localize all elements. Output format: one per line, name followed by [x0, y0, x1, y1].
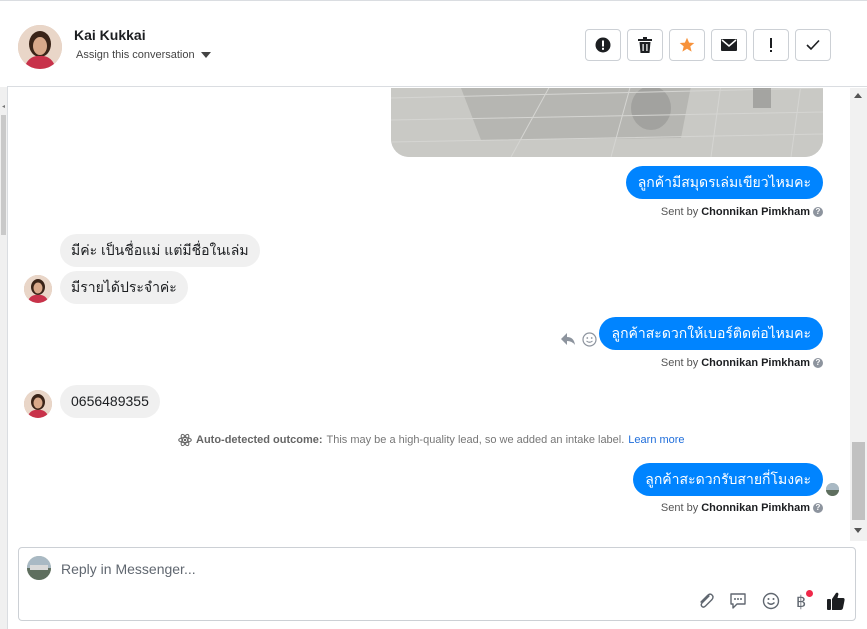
- left-scroll-thumb[interactable]: [1, 115, 6, 235]
- delete-button[interactable]: [627, 29, 663, 61]
- left-scrollbar[interactable]: ◂: [0, 87, 8, 629]
- emoji-button[interactable]: [760, 590, 782, 612]
- sent-by-prefix: Sent by: [660, 502, 699, 514]
- sent-by-prefix: Sent by: [660, 206, 699, 218]
- mark-done-button[interactable]: [795, 29, 831, 61]
- sender-name: Chonnikan Pimkham: [701, 206, 810, 218]
- react-emoji-icon[interactable]: [582, 332, 597, 352]
- learn-more-link[interactable]: Learn more: [628, 434, 684, 446]
- scroll-up-arrow[interactable]: [854, 93, 862, 98]
- thumbs-up-icon: [827, 592, 845, 610]
- sent-by-prefix: Sent by: [660, 357, 699, 369]
- incoming-message[interactable]: 0656489355: [60, 385, 160, 418]
- notification-dot: [806, 590, 813, 597]
- contact-avatar-small[interactable]: [24, 275, 52, 303]
- star-icon: [679, 37, 695, 52]
- sent-by-info: Sent by Chonnikan Pimkham ?: [661, 206, 823, 218]
- message-thread: ลูกค้ามีสมุดรเล่มเขียวไหมคะ Sent by Chon…: [8, 88, 850, 541]
- message-image[interactable]: [391, 88, 823, 157]
- saved-reply-icon: [730, 593, 746, 609]
- auto-note-label: Auto-detected outcome:: [196, 434, 323, 446]
- check-icon: [806, 39, 820, 51]
- sender-name: Chonnikan Pimkham: [701, 502, 810, 514]
- mark-unread-button[interactable]: [711, 29, 747, 61]
- star-button[interactable]: [669, 29, 705, 61]
- trash-icon: [638, 37, 652, 53]
- incoming-message[interactable]: มีค่ะ เป็นชื่อแม่ แต่มีชื่อในเล่ม: [60, 234, 260, 267]
- emoji-icon: [762, 592, 780, 610]
- thread-scrollbar[interactable]: [850, 88, 867, 541]
- saved-replies-button[interactable]: [727, 590, 749, 612]
- scroll-down-arrow[interactable]: [854, 528, 862, 533]
- paperclip-icon: [700, 593, 714, 608]
- seen-avatar: [826, 483, 839, 496]
- page-avatar: [27, 556, 51, 580]
- contact-name[interactable]: Kai Kukkai: [74, 27, 146, 43]
- send-like-button[interactable]: [825, 590, 847, 612]
- atom-icon: [178, 433, 192, 447]
- conversation-header: Kai Kukkai Assign this conversation: [7, 8, 867, 87]
- sent-by-info: Sent by Chonnikan Pimkham ?: [661, 357, 823, 369]
- assign-label: Assign this conversation: [76, 49, 195, 61]
- outgoing-message[interactable]: ลูกค้ามีสมุดรเล่มเขียวไหมคะ: [625, 166, 823, 199]
- attach-file-button[interactable]: [695, 590, 717, 612]
- incoming-message[interactable]: มีรายได้ประจำค่ะ: [60, 271, 188, 304]
- contact-avatar-small[interactable]: [24, 390, 52, 418]
- contact-avatar[interactable]: [18, 25, 62, 69]
- reply-icon[interactable]: [560, 332, 576, 351]
- follow-up-button[interactable]: [753, 29, 789, 61]
- auto-detected-outcome-note: Auto-detected outcome: This may be a hig…: [178, 433, 685, 447]
- left-scroll-arrow[interactable]: ◂: [0, 103, 7, 110]
- help-icon[interactable]: ?: [813, 207, 823, 217]
- conversation-toolbar: [585, 29, 831, 61]
- sender-name: Chonnikan Pimkham: [701, 357, 810, 369]
- reply-composer: ฿: [18, 547, 856, 621]
- outgoing-message[interactable]: ลูกค้าสะดวกให้เบอร์ติดต่อไหมคะ: [599, 317, 823, 350]
- scroll-thumb[interactable]: [852, 442, 865, 520]
- auto-note-text: This may be a high-quality lead, so we a…: [326, 434, 625, 446]
- help-icon[interactable]: ?: [813, 503, 823, 513]
- mark-spam-button[interactable]: [585, 29, 621, 61]
- outgoing-message[interactable]: ลูกค้าสะดวกรับสายกี่โมงคะ: [633, 463, 823, 496]
- reply-input[interactable]: [61, 558, 761, 580]
- exclamation-icon: [770, 38, 772, 52]
- envelope-icon: [721, 39, 737, 51]
- assign-conversation-dropdown[interactable]: Assign this conversation: [76, 49, 211, 61]
- help-icon[interactable]: ?: [813, 358, 823, 368]
- alert-octagon-icon: [595, 37, 611, 53]
- chevron-down-icon: [200, 52, 211, 58]
- payment-button[interactable]: ฿: [791, 590, 813, 612]
- sent-by-info: Sent by Chonnikan Pimkham ?: [661, 502, 823, 514]
- inbox-conversation-panel: ◂ Kai Kukkai Assign this conversation ลู…: [0, 0, 867, 629]
- svg-text:฿: ฿: [796, 592, 806, 610]
